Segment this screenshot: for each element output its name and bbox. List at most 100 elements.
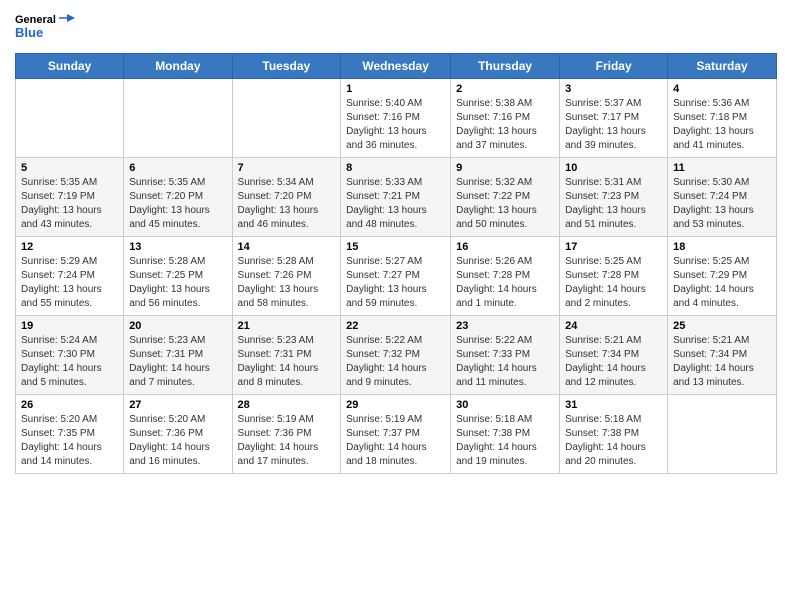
calendar-cell: 14 Sunrise: 5:28 AM Sunset: 7:26 PM Dayli…	[232, 237, 341, 316]
day-info: Sunrise: 5:20 AM Sunset: 7:36 PM Dayligh…	[129, 413, 226, 469]
calendar-cell: 23 Sunrise: 5:22 AM Sunset: 7:33 PM Dayli…	[451, 316, 560, 395]
calendar: SundayMondayTuesdayWednesdayThursdayFrid…	[15, 53, 777, 474]
day-info: Sunrise: 5:32 AM Sunset: 7:22 PM Dayligh…	[456, 176, 554, 232]
day-info: Sunrise: 5:34 AM Sunset: 7:20 PM Dayligh…	[238, 176, 336, 232]
day-number: 26	[21, 399, 118, 411]
calendar-cell	[124, 79, 232, 158]
day-number: 11	[673, 162, 771, 174]
calendar-cell: 7 Sunrise: 5:34 AM Sunset: 7:20 PM Daylig…	[232, 158, 341, 237]
day-info: Sunrise: 5:18 AM Sunset: 7:38 PM Dayligh…	[456, 413, 554, 469]
day-number: 15	[346, 241, 445, 253]
svg-text:Blue: Blue	[15, 25, 43, 40]
week-row-3: 12 Sunrise: 5:29 AM Sunset: 7:24 PM Dayli…	[16, 237, 777, 316]
header-day-friday: Friday	[560, 54, 668, 79]
day-number: 24	[565, 320, 662, 332]
header-day-tuesday: Tuesday	[232, 54, 341, 79]
calendar-cell	[668, 395, 777, 474]
day-number: 6	[129, 162, 226, 174]
day-info: Sunrise: 5:19 AM Sunset: 7:36 PM Dayligh…	[238, 413, 336, 469]
day-info: Sunrise: 5:38 AM Sunset: 7:16 PM Dayligh…	[456, 97, 554, 153]
calendar-cell: 3 Sunrise: 5:37 AM Sunset: 7:17 PM Daylig…	[560, 79, 668, 158]
day-number: 13	[129, 241, 226, 253]
day-number: 12	[21, 241, 118, 253]
calendar-cell: 21 Sunrise: 5:23 AM Sunset: 7:31 PM Dayli…	[232, 316, 341, 395]
calendar-cell: 8 Sunrise: 5:33 AM Sunset: 7:21 PM Daylig…	[341, 158, 451, 237]
day-info: Sunrise: 5:26 AM Sunset: 7:28 PM Dayligh…	[456, 255, 554, 311]
calendar-cell: 2Sunrise: 5:38 AM Sunset: 7:16 PM Daylig…	[451, 79, 560, 158]
calendar-cell: 6 Sunrise: 5:35 AM Sunset: 7:20 PM Daylig…	[124, 158, 232, 237]
day-number: 8	[346, 162, 445, 174]
calendar-cell: 27Sunrise: 5:20 AM Sunset: 7:36 PM Dayli…	[124, 395, 232, 474]
day-info: Sunrise: 5:37 AM Sunset: 7:17 PM Dayligh…	[565, 97, 662, 153]
day-info: Sunrise: 5:22 AM Sunset: 7:33 PM Dayligh…	[456, 334, 554, 390]
logo-svg: General Blue	[15, 10, 75, 45]
calendar-cell: 10Sunrise: 5:31 AM Sunset: 7:23 PM Dayli…	[560, 158, 668, 237]
header-day-thursday: Thursday	[451, 54, 560, 79]
day-number: 16	[456, 241, 554, 253]
day-info: Sunrise: 5:23 AM Sunset: 7:31 PM Dayligh…	[238, 334, 336, 390]
day-number: 14	[238, 241, 336, 253]
day-number: 28	[238, 399, 336, 411]
day-info: Sunrise: 5:35 AM Sunset: 7:19 PM Dayligh…	[21, 176, 118, 232]
header-day-wednesday: Wednesday	[341, 54, 451, 79]
calendar-cell: 15 Sunrise: 5:27 AM Sunset: 7:27 PM Dayli…	[341, 237, 451, 316]
header-day-saturday: Saturday	[668, 54, 777, 79]
day-number: 7	[238, 162, 336, 174]
day-number: 19	[21, 320, 118, 332]
day-info: Sunrise: 5:29 AM Sunset: 7:24 PM Dayligh…	[21, 255, 118, 311]
day-info: Sunrise: 5:28 AM Sunset: 7:26 PM Dayligh…	[238, 255, 336, 311]
calendar-cell: 4 Sunrise: 5:36 AM Sunset: 7:18 PM Daylig…	[668, 79, 777, 158]
day-info: Sunrise: 5:35 AM Sunset: 7:20 PM Dayligh…	[129, 176, 226, 232]
day-info: Sunrise: 5:27 AM Sunset: 7:27 PM Dayligh…	[346, 255, 445, 311]
calendar-cell: 29 Sunrise: 5:19 AM Sunset: 7:37 PM Dayli…	[341, 395, 451, 474]
day-info: Sunrise: 5:31 AM Sunset: 7:23 PM Dayligh…	[565, 176, 662, 232]
day-info: Sunrise: 5:20 AM Sunset: 7:35 PM Dayligh…	[21, 413, 118, 469]
calendar-cell: 28 Sunrise: 5:19 AM Sunset: 7:36 PM Dayli…	[232, 395, 341, 474]
day-info: Sunrise: 5:28 AM Sunset: 7:25 PM Dayligh…	[129, 255, 226, 311]
week-row-4: 19 Sunrise: 5:24 AM Sunset: 7:30 PM Dayli…	[16, 316, 777, 395]
day-number: 31	[565, 399, 662, 411]
calendar-cell: 20 Sunrise: 5:23 AM Sunset: 7:31 PM Dayli…	[124, 316, 232, 395]
day-number: 20	[129, 320, 226, 332]
calendar-cell	[232, 79, 341, 158]
calendar-cell	[16, 79, 124, 158]
calendar-cell: 9 Sunrise: 5:32 AM Sunset: 7:22 PM Daylig…	[451, 158, 560, 237]
header-day-sunday: Sunday	[16, 54, 124, 79]
day-number: 1	[346, 83, 445, 95]
calendar-cell: 12 Sunrise: 5:29 AM Sunset: 7:24 PM Dayli…	[16, 237, 124, 316]
day-info: Sunrise: 5:18 AM Sunset: 7:38 PM Dayligh…	[565, 413, 662, 469]
calendar-header-row: SundayMondayTuesdayWednesdayThursdayFrid…	[16, 54, 777, 79]
day-number: 23	[456, 320, 554, 332]
day-info: Sunrise: 5:21 AM Sunset: 7:34 PM Dayligh…	[565, 334, 662, 390]
day-number: 18	[673, 241, 771, 253]
day-number: 5	[21, 162, 118, 174]
calendar-cell: 30 Sunrise: 5:18 AM Sunset: 7:38 PM Dayli…	[451, 395, 560, 474]
week-row-1: 1 Sunrise: 5:40 AM Sunset: 7:16 PM Daylig…	[16, 79, 777, 158]
day-number: 30	[456, 399, 554, 411]
calendar-cell: 11 Sunrise: 5:30 AM Sunset: 7:24 PM Dayli…	[668, 158, 777, 237]
logo: General Blue	[15, 10, 75, 45]
calendar-cell: 22 Sunrise: 5:22 AM Sunset: 7:32 PM Dayli…	[341, 316, 451, 395]
day-info: Sunrise: 5:23 AM Sunset: 7:31 PM Dayligh…	[129, 334, 226, 390]
day-info: Sunrise: 5:40 AM Sunset: 7:16 PM Dayligh…	[346, 97, 445, 153]
day-number: 25	[673, 320, 771, 332]
day-info: Sunrise: 5:30 AM Sunset: 7:24 PM Dayligh…	[673, 176, 771, 232]
day-info: Sunrise: 5:33 AM Sunset: 7:21 PM Dayligh…	[346, 176, 445, 232]
header: General Blue	[15, 10, 777, 45]
day-number: 21	[238, 320, 336, 332]
calendar-cell: 16 Sunrise: 5:26 AM Sunset: 7:28 PM Dayli…	[451, 237, 560, 316]
day-number: 4	[673, 83, 771, 95]
day-number: 9	[456, 162, 554, 174]
header-day-monday: Monday	[124, 54, 232, 79]
week-row-5: 26 Sunrise: 5:20 AM Sunset: 7:35 PM Dayli…	[16, 395, 777, 474]
day-info: Sunrise: 5:25 AM Sunset: 7:29 PM Dayligh…	[673, 255, 771, 311]
day-info: Sunrise: 5:24 AM Sunset: 7:30 PM Dayligh…	[21, 334, 118, 390]
day-info: Sunrise: 5:22 AM Sunset: 7:32 PM Dayligh…	[346, 334, 445, 390]
calendar-cell: 26 Sunrise: 5:20 AM Sunset: 7:35 PM Dayli…	[16, 395, 124, 474]
day-number: 22	[346, 320, 445, 332]
day-info: Sunrise: 5:36 AM Sunset: 7:18 PM Dayligh…	[673, 97, 771, 153]
day-info: Sunrise: 5:19 AM Sunset: 7:37 PM Dayligh…	[346, 413, 445, 469]
day-number: 3	[565, 83, 662, 95]
calendar-cell: 24 Sunrise: 5:21 AM Sunset: 7:34 PM Dayli…	[560, 316, 668, 395]
day-number: 29	[346, 399, 445, 411]
